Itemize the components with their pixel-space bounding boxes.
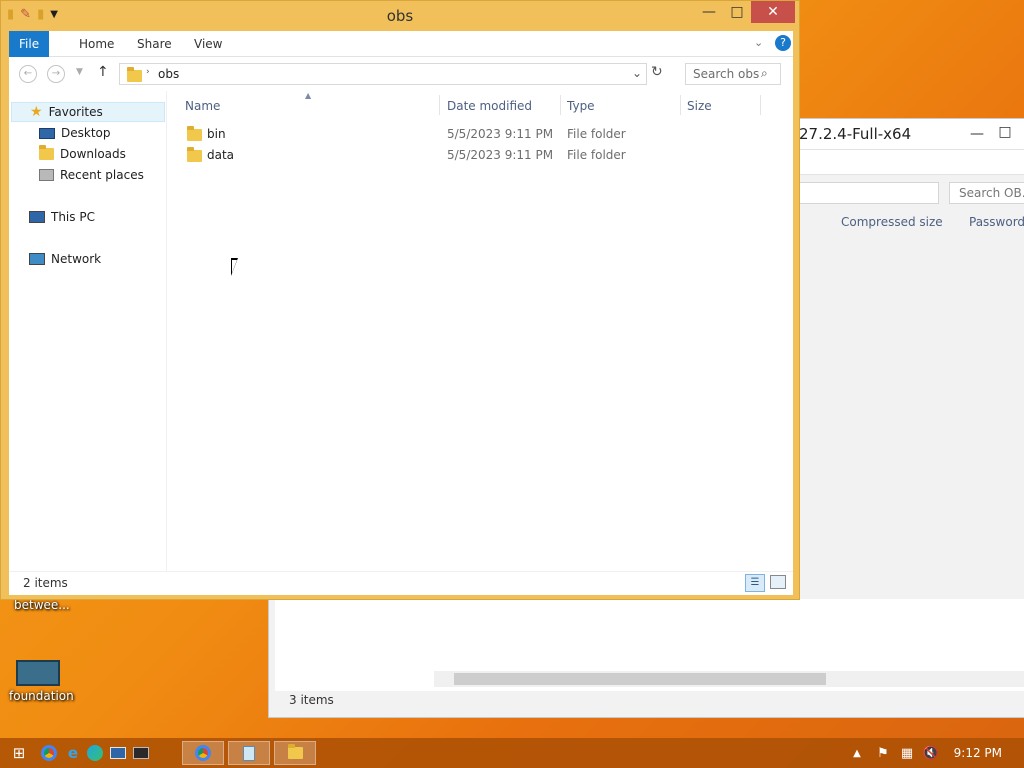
large-icons-view-icon[interactable] bbox=[770, 575, 786, 589]
refresh-icon[interactable]: ↻ bbox=[651, 64, 663, 80]
forward-button[interactable]: → bbox=[47, 65, 65, 83]
mouse-cursor bbox=[231, 258, 245, 276]
address-text[interactable]: obs bbox=[158, 67, 179, 81]
nav-label: This PC bbox=[51, 210, 95, 224]
folder-icon bbox=[187, 147, 202, 162]
tab-file[interactable]: File bbox=[9, 31, 50, 57]
archive-search-input[interactable]: Search OB... bbox=[949, 182, 1024, 204]
chevron-down-icon[interactable]: ⌄ bbox=[632, 66, 642, 80]
folder-icon bbox=[187, 126, 202, 141]
tab-view[interactable]: View bbox=[184, 31, 232, 57]
tab-home[interactable]: Home bbox=[69, 31, 124, 57]
column-name[interactable]: Name bbox=[185, 99, 220, 113]
network-status-icon[interactable]: ▦ bbox=[898, 741, 916, 765]
nav-item-network[interactable]: Network bbox=[29, 252, 101, 266]
volume-muted-icon[interactable]: 🔇 bbox=[922, 741, 940, 765]
file-type: File folder bbox=[567, 148, 626, 162]
nav-label: Downloads bbox=[60, 147, 126, 161]
nav-item-favorites[interactable]: ★ Favorites bbox=[11, 102, 165, 122]
column-password[interactable]: Password ... bbox=[969, 215, 1024, 229]
action-center-icon[interactable]: ⚑ bbox=[874, 741, 892, 765]
edge-icon[interactable] bbox=[84, 741, 106, 765]
maximize-button[interactable]: □ bbox=[725, 1, 749, 23]
archive-window-title: 27.2.4-Full-x64 bbox=[799, 125, 912, 143]
file-name: data bbox=[207, 148, 235, 162]
window-title: obs bbox=[386, 7, 414, 25]
file-row-data[interactable]: data 5/5/2023 9:11 PM File folder bbox=[167, 145, 793, 166]
sort-ascending-icon: ▲ bbox=[305, 91, 312, 100]
column-divider[interactable] bbox=[760, 95, 761, 115]
nav-item-recent-places[interactable]: Recent places bbox=[39, 168, 144, 182]
recent-locations-icon[interactable]: ▼ bbox=[76, 67, 83, 77]
column-size[interactable]: Size bbox=[687, 99, 712, 113]
file-date: 5/5/2023 9:11 PM bbox=[447, 127, 554, 141]
back-button[interactable]: ← bbox=[19, 65, 37, 83]
item-count: 2 items bbox=[23, 576, 68, 590]
file-type: File folder bbox=[567, 127, 626, 141]
file-list: ▲ Name Date modified Type Size bin 5/5/2… bbox=[167, 91, 793, 571]
notepad-taskbar-button[interactable] bbox=[228, 741, 270, 765]
status-bar: 2 items ☰ bbox=[9, 571, 793, 595]
desktop-icon-label[interactable]: betwee... bbox=[14, 598, 70, 612]
archive-address-bar[interactable] bbox=[799, 182, 939, 204]
file-date: 5/5/2023 9:11 PM bbox=[447, 148, 554, 162]
scrollbar-thumb[interactable] bbox=[454, 673, 826, 685]
desktop-icon bbox=[39, 127, 55, 139]
minimize-button[interactable]: — bbox=[967, 123, 987, 145]
star-icon: ★ bbox=[30, 104, 43, 120]
file-row-bin[interactable]: bin 5/5/2023 9:11 PM File folder bbox=[167, 124, 793, 145]
archive-status-text: 3 items bbox=[289, 693, 334, 707]
taskbar-clock[interactable]: 9:12 PM bbox=[954, 746, 1002, 760]
network-icon bbox=[29, 253, 45, 265]
navigation-pane: ★ Favorites Desktop Downloads Recent pla… bbox=[9, 91, 167, 571]
folder-icon bbox=[127, 67, 142, 82]
chrome-icon[interactable] bbox=[38, 741, 60, 765]
chrome-taskbar-button[interactable] bbox=[182, 741, 224, 765]
address-bar[interactable]: › obs ⌄ bbox=[119, 63, 647, 85]
nav-label: Recent places bbox=[60, 168, 144, 182]
details-view-icon[interactable]: ☰ bbox=[745, 574, 765, 592]
taskbar: ⊞ e ▲ ⚑ ▦ 🔇 9:12 PM bbox=[0, 738, 1024, 768]
column-divider[interactable] bbox=[439, 95, 440, 115]
up-button[interactable]: ↑ bbox=[97, 64, 109, 80]
column-compressed-size[interactable]: Compressed size bbox=[841, 215, 943, 229]
chevron-right-icon[interactable]: › bbox=[146, 67, 150, 77]
expand-ribbon-icon[interactable]: ⌄ bbox=[754, 36, 763, 49]
foundation-icon[interactable] bbox=[16, 660, 60, 686]
tab-share[interactable]: Share bbox=[127, 31, 182, 57]
nav-item-this-pc[interactable]: This PC bbox=[29, 210, 95, 224]
file-explorer-taskbar-button[interactable] bbox=[274, 741, 316, 765]
start-button[interactable]: ⊞ bbox=[8, 741, 30, 765]
nav-label: Desktop bbox=[61, 126, 111, 140]
title-bar[interactable]: ▮ ✎ ▮ ▼ obs — □ ✕ bbox=[1, 1, 799, 31]
terminal-icon[interactable] bbox=[130, 741, 152, 765]
downloads-icon bbox=[39, 145, 54, 160]
nav-item-downloads[interactable]: Downloads bbox=[39, 145, 126, 161]
search-icon[interactable]: ⌕ bbox=[761, 66, 768, 81]
ie-icon[interactable]: e bbox=[62, 741, 84, 765]
desktop-icon-label[interactable]: foundation bbox=[9, 689, 74, 703]
explorer-icon[interactable] bbox=[107, 741, 129, 765]
file-name: bin bbox=[207, 127, 226, 141]
nav-item-desktop[interactable]: Desktop bbox=[39, 126, 111, 140]
column-type[interactable]: Type bbox=[567, 99, 595, 113]
nav-label: Network bbox=[51, 252, 102, 266]
recent-places-icon bbox=[39, 169, 54, 181]
explorer-window[interactable]: ▮ ✎ ▮ ▼ obs — □ ✕ File Home Share View ⌄… bbox=[0, 0, 800, 600]
column-divider[interactable] bbox=[680, 95, 681, 115]
maximize-button[interactable]: □ bbox=[995, 121, 1015, 143]
minimize-button[interactable]: — bbox=[697, 1, 721, 23]
column-divider[interactable] bbox=[560, 95, 561, 115]
nav-label: Favorites bbox=[48, 105, 103, 119]
close-button[interactable]: ✕ bbox=[751, 1, 795, 23]
column-date-modified[interactable]: Date modified bbox=[447, 99, 532, 113]
show-hidden-icons-icon[interactable]: ▲ bbox=[850, 741, 864, 765]
navigation-bar: ← → ▼ ↑ › obs ⌄ ↻ Search obs ⌕ bbox=[9, 57, 793, 91]
help-icon[interactable]: ? bbox=[775, 35, 791, 51]
ribbon-tabs: File Home Share View ⌄ ? bbox=[9, 31, 793, 57]
computer-icon bbox=[29, 211, 45, 223]
